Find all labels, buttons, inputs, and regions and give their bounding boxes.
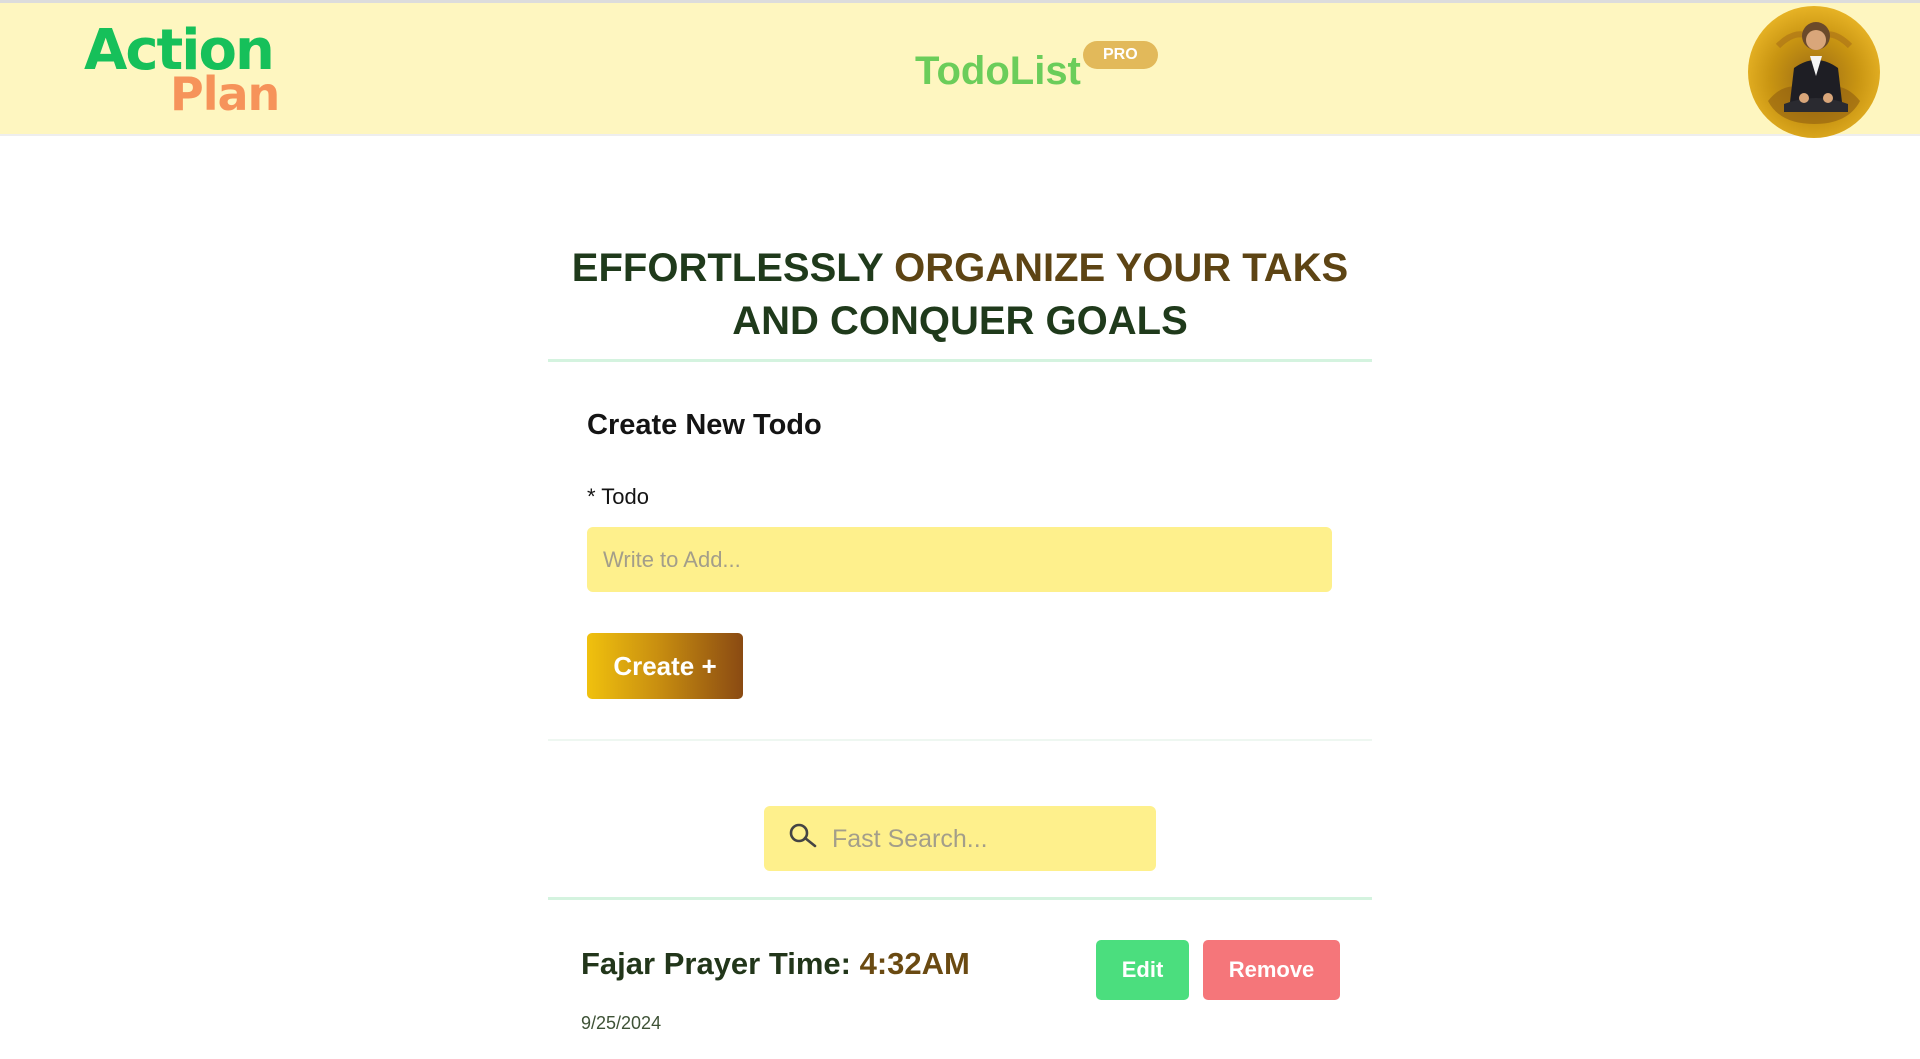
hero-part-1: EFFORTLESSLY <box>571 245 883 290</box>
edit-button[interactable]: Edit <box>1096 940 1189 1000</box>
app-header: Action Plan TodoList PRO <box>0 3 1920 138</box>
pro-badge: PRO <box>1083 41 1158 69</box>
todo-item-title: Fajar Prayer Time: 4:32AM <box>581 944 970 984</box>
hero-part-3: AND CONQUER GOALS <box>732 298 1188 343</box>
create-button[interactable]: Create + <box>587 633 743 699</box>
form-divider <box>548 739 1372 741</box>
todo-input[interactable] <box>587 527 1332 592</box>
app-title: TodoList <box>915 49 1081 93</box>
create-todo-title: Create New Todo <box>587 409 822 441</box>
todo-item-date: 9/25/2024 <box>581 1013 662 1033</box>
user-avatar-icon <box>1768 22 1860 124</box>
app-logo[interactable]: Action Plan <box>84 21 284 121</box>
search-input[interactable] <box>830 806 1144 873</box>
list-divider <box>548 897 1372 900</box>
todo-field-label: * Todo <box>587 484 649 509</box>
search-icon <box>789 823 817 848</box>
section-divider <box>548 359 1372 362</box>
user-avatar[interactable] <box>1748 6 1880 138</box>
search-box[interactable] <box>764 806 1156 873</box>
hero-part-2: ORGANIZE YOUR TAKS <box>894 245 1349 290</box>
todo-item-title-time: 4:32AM <box>859 946 970 981</box>
hero-heading: EFFORTLESSLY ORGANIZE YOUR TAKS AND CONQ… <box>560 242 1360 348</box>
remove-button[interactable]: Remove <box>1203 940 1340 1000</box>
todo-item-title-prefix: Fajar Prayer Time: <box>581 946 851 981</box>
logo-word-plan: Plan <box>170 67 280 121</box>
